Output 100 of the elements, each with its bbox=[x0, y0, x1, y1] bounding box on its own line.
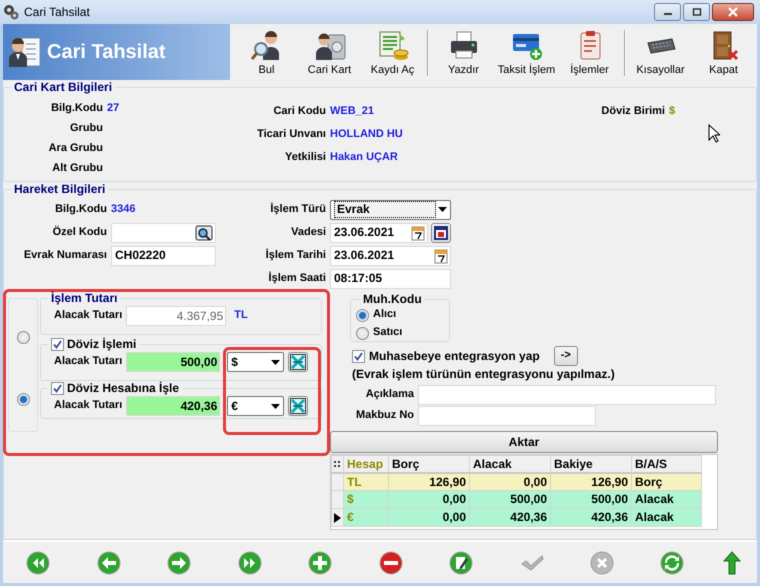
checkbox-label[interactable]: Döviz İşlemi bbox=[67, 337, 136, 351]
amount-field[interactable]: 500,00 bbox=[126, 352, 220, 372]
column-header[interactable]: Borç bbox=[388, 456, 470, 472]
arrow-right-icon bbox=[167, 550, 192, 574]
currency-dropdown[interactable]: $ bbox=[227, 352, 284, 372]
toolbar-button[interactable]: İşlemler bbox=[558, 24, 621, 80]
checkbox-label[interactable]: Muhasebeye entegrasyon yap bbox=[369, 348, 540, 364]
field-label: Alt Grubu bbox=[51, 162, 103, 176]
field-label: İşlem Türü bbox=[269, 202, 326, 216]
cross-circle-icon bbox=[590, 550, 614, 574]
table-cell: € bbox=[344, 508, 388, 526]
checkbox[interactable] bbox=[51, 382, 64, 394]
group-title: Muh.Kodu bbox=[362, 292, 423, 306]
field-label: Ticari Unvanı bbox=[256, 128, 326, 142]
maximize-button[interactable] bbox=[683, 3, 710, 21]
calendar-icon[interactable] bbox=[434, 248, 448, 264]
window-title: Cari Tahsilat bbox=[24, 4, 90, 20]
field-label: Vadesi bbox=[290, 226, 326, 240]
amount-field[interactable]: 4.367,95 bbox=[126, 306, 226, 326]
maximize-icon bbox=[692, 8, 702, 16]
caret-icon bbox=[271, 404, 280, 408]
card-search-icon[interactable] bbox=[195, 224, 213, 240]
caret-icon bbox=[438, 207, 447, 212]
clear-button[interactable] bbox=[288, 396, 308, 416]
input-field[interactable] bbox=[418, 385, 716, 405]
dropdown[interactable]: Evrak bbox=[330, 200, 451, 220]
radio-button[interactable] bbox=[16, 331, 30, 344]
toolbar-button[interactable]: Kaydı Aç bbox=[361, 24, 424, 80]
date-field[interactable]: 23.06.2021 bbox=[330, 246, 451, 266]
toolbar-button[interactable]: Bul bbox=[235, 24, 298, 80]
field-label: Özel Kodu bbox=[52, 226, 107, 240]
checkbox[interactable] bbox=[51, 338, 64, 350]
field-label: Makbuz No bbox=[354, 409, 414, 423]
field-value: 27 bbox=[107, 102, 120, 116]
column-header[interactable]: Alacak bbox=[470, 456, 550, 472]
field-value: $ bbox=[669, 104, 676, 118]
field-value: HOLLAND HU bbox=[330, 128, 403, 142]
input-field[interactable]: CH02220 bbox=[111, 246, 216, 266]
field-label: Ara Grubu bbox=[48, 142, 103, 156]
date-field[interactable]: 23.06.2021 bbox=[330, 222, 428, 242]
table-cell: 420,36 bbox=[470, 508, 550, 526]
column-header[interactable]: Bakiye bbox=[550, 456, 632, 472]
calendar-page-icon bbox=[434, 226, 448, 240]
arrow-button[interactable]: -> bbox=[554, 346, 578, 366]
field-label: Grubu bbox=[69, 122, 103, 136]
close-button[interactable] bbox=[712, 3, 754, 21]
clear-button[interactable] bbox=[288, 352, 308, 372]
toolbar-button[interactable]: Kapat bbox=[692, 24, 755, 80]
currency-dropdown[interactable]: € bbox=[227, 396, 284, 416]
amount-field[interactable]: 420,36 bbox=[126, 396, 220, 416]
minus-icon bbox=[378, 550, 403, 574]
input-field[interactable] bbox=[418, 406, 596, 426]
radio-label[interactable]: Satıcı bbox=[373, 326, 402, 340]
currency-label: TL bbox=[234, 309, 248, 323]
caret-icon bbox=[271, 360, 280, 364]
toolbar-button[interactable]: Cari Kart bbox=[298, 24, 361, 80]
field-label: Bilg.Kodu bbox=[50, 102, 103, 116]
table-cell: 420,36 bbox=[550, 508, 632, 526]
document-coins-icon bbox=[376, 28, 408, 61]
field-value: Hakan UÇAR bbox=[330, 150, 398, 164]
toolbar-button[interactable]: Taksit İşlem bbox=[495, 24, 558, 80]
cross-icon bbox=[290, 354, 306, 370]
aktar-button[interactable]: Aktar bbox=[330, 431, 718, 453]
note-text: (Evrak işlem türünün entegrasyonu yapılmaz.) bbox=[352, 367, 616, 383]
column-header[interactable]: B/A/S bbox=[632, 456, 702, 472]
refresh-icon bbox=[660, 550, 684, 574]
group-title: İşlem Tutarı bbox=[50, 291, 118, 305]
field-label: İşlem Tarihi bbox=[264, 248, 326, 262]
field-label: Alacak Tutarı bbox=[54, 355, 122, 369]
pencil-icon bbox=[449, 550, 474, 574]
field-label: Bilg.Kodu bbox=[54, 202, 107, 216]
input-field[interactable] bbox=[111, 222, 216, 242]
toolbar-button[interactable]: Kısayollar bbox=[629, 24, 692, 80]
radio-label[interactable]: Alıcı bbox=[373, 308, 396, 322]
toolbar-button[interactable]: Yazdır bbox=[432, 24, 495, 80]
gears-icon bbox=[3, 4, 19, 20]
section-title: Hareket Bilgileri bbox=[13, 182, 106, 196]
radio-button[interactable] bbox=[356, 308, 369, 322]
field-label: Açıklama bbox=[364, 388, 414, 402]
field-label: Cari Kodu bbox=[272, 104, 326, 118]
checkbox[interactable] bbox=[352, 350, 365, 362]
banner-title: Cari Tahsilat bbox=[47, 40, 166, 64]
field-value: WEB_21 bbox=[330, 104, 374, 118]
calendar-icon[interactable] bbox=[411, 224, 425, 240]
radio-button[interactable] bbox=[16, 393, 30, 406]
checkbox-label[interactable]: Döviz Hesabına İşle bbox=[67, 381, 180, 395]
calendar-button[interactable] bbox=[431, 222, 451, 242]
table-row[interactable]: $ 0,00 500,00 500,00 Alacak bbox=[332, 490, 702, 508]
radio-button[interactable] bbox=[356, 326, 369, 340]
table-cell: 0,00 bbox=[388, 508, 470, 526]
arrow-left-icon bbox=[96, 550, 121, 574]
table-row[interactable]: € 0,00 420,36 420,36 Alacak bbox=[332, 508, 702, 526]
field-label: Evrak Numarası bbox=[22, 248, 107, 262]
input-field[interactable]: 08:17:05 bbox=[330, 268, 451, 288]
rewind-icon bbox=[26, 550, 50, 574]
minimize-button[interactable] bbox=[654, 3, 681, 21]
mouse-pointer-icon bbox=[708, 124, 720, 143]
fast-forward-icon bbox=[238, 550, 262, 574]
field-value: 3346 bbox=[111, 202, 136, 216]
plus-icon bbox=[308, 550, 332, 574]
